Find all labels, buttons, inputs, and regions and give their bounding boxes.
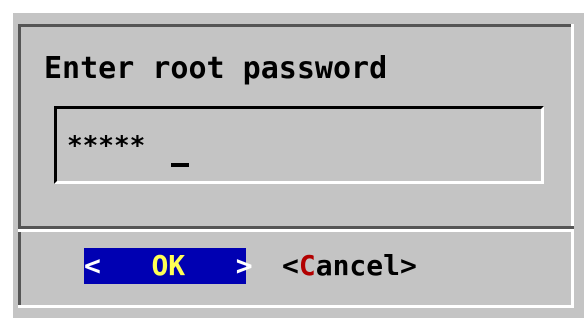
password-input-value: *****: [67, 131, 146, 161]
ok-left-bracket: <: [84, 249, 101, 282]
ok-right-bracket: >: [235, 249, 253, 282]
password-input[interactable]: *****: [54, 106, 544, 184]
text-cursor: [171, 163, 189, 167]
dialog-inner-frame-left: [18, 24, 21, 308]
cancel-hotkey: C: [298, 249, 316, 282]
ok-hotkey: O: [151, 249, 169, 282]
ok-label-rest: K: [168, 249, 186, 282]
dialog-title: Enter root password: [44, 51, 388, 86]
cancel-label-rest: ancel: [315, 249, 401, 282]
button-area-divider-highlight: [18, 229, 574, 232]
screen: Enter root password ***** < OK > <Cancel…: [0, 0, 584, 318]
ok-button[interactable]: < OK >: [84, 248, 253, 284]
password-dialog: Enter root password ***** < OK > <Cancel…: [10, 10, 584, 318]
dialog-inner-frame-top: [18, 24, 574, 27]
cancel-right-bracket: >: [400, 249, 417, 282]
dialog-inner-frame-bottom: [18, 305, 574, 308]
dialog-inner-frame-right: [571, 24, 574, 308]
dialog-frame-left: [10, 10, 13, 318]
cancel-left-bracket: <: [282, 249, 299, 282]
dialog-frame-top: [10, 10, 584, 13]
cancel-button[interactable]: <Cancel>: [282, 248, 417, 284]
